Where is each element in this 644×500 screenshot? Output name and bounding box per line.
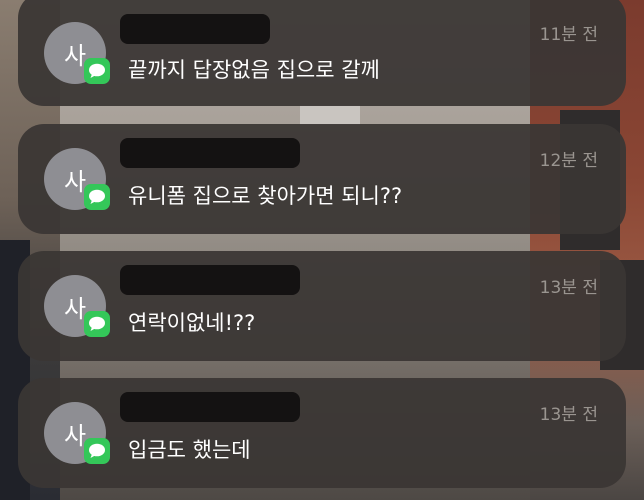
notification-time: 13분 전 xyxy=(539,405,598,425)
avatar-initial: 사 xyxy=(63,294,87,323)
sender-name-redacted xyxy=(120,14,270,44)
sender-name-redacted xyxy=(120,138,300,168)
notification-card[interactable]: 사 13분 전 입금도 했는데 xyxy=(18,378,626,488)
notification-card[interactable]: 사 12분 전 유니폼 집으로 찾아가면 되니?? xyxy=(18,124,626,234)
messages-icon xyxy=(84,184,110,210)
notification-message: 연락이없네!?? xyxy=(128,311,256,335)
messages-icon xyxy=(84,58,110,84)
wallpaper-sign xyxy=(300,105,360,125)
avatar-initial: 사 xyxy=(63,41,87,70)
notification-time: 13분 전 xyxy=(539,278,598,298)
notification-time: 11분 전 xyxy=(539,25,598,45)
notification-time: 12분 전 xyxy=(539,151,598,171)
sender-name-redacted xyxy=(120,265,300,295)
notification-message: 유니폼 집으로 찾아가면 되니?? xyxy=(128,184,403,208)
messages-icon xyxy=(84,311,110,337)
notification-card[interactable]: 사 11분 전 끝까지 답장없음 집으로 갈께 xyxy=(18,0,626,106)
sender-name-redacted xyxy=(120,392,300,422)
avatar-initial: 사 xyxy=(63,167,87,196)
messages-icon xyxy=(84,438,110,464)
avatar-initial: 사 xyxy=(63,421,87,450)
notification-message: 입금도 했는데 xyxy=(128,438,251,462)
notification-message: 끝까지 답장없음 집으로 갈께 xyxy=(128,58,380,82)
notification-card[interactable]: 사 13분 전 연락이없네!?? xyxy=(18,251,626,361)
